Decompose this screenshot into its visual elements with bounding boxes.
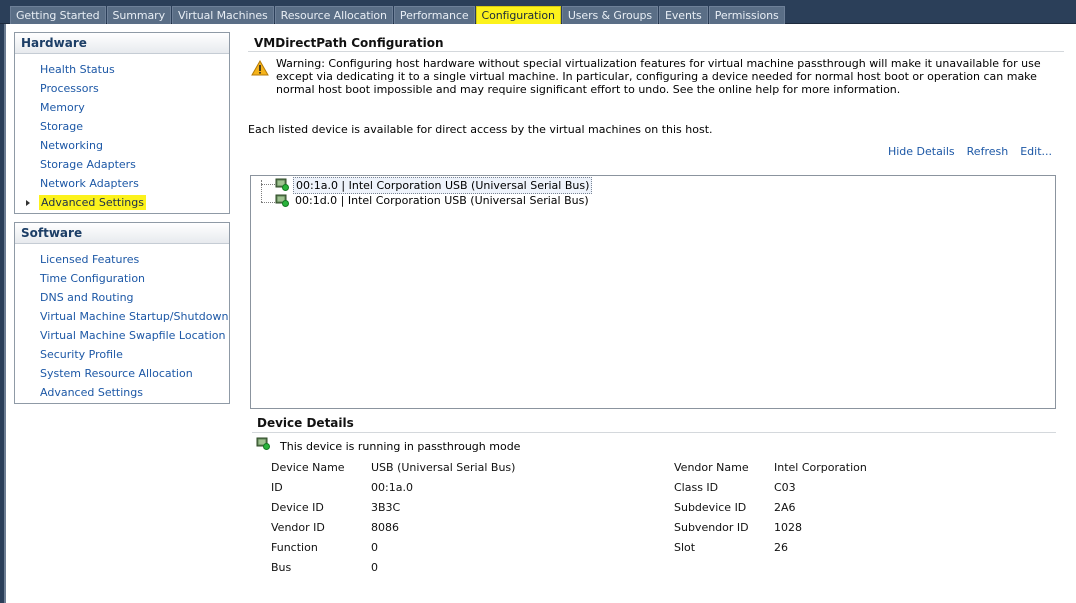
device-list[interactable]: 00:1a.0 | Intel Corporation USB (Univers… <box>250 175 1056 409</box>
tree-branch <box>261 184 275 185</box>
hide-details-link[interactable]: Hide Details <box>888 145 955 158</box>
detail-value: 8086 <box>371 521 399 534</box>
software-item-advanced-settings[interactable]: Advanced Settings <box>15 383 229 402</box>
selected-arrow-icon <box>26 200 30 206</box>
pci-device-icon <box>275 194 289 207</box>
software-panel: Software Licensed Features Time Configur… <box>14 222 230 404</box>
pci-device-icon <box>275 178 289 191</box>
hardware-item-networking[interactable]: Networking <box>15 136 229 155</box>
tab-configuration[interactable]: Configuration <box>475 6 561 24</box>
detail-key: Function <box>271 541 318 554</box>
tree-branch <box>261 202 275 203</box>
detail-value: 3B3C <box>371 501 401 514</box>
software-item-licensed-features[interactable]: Licensed Features <box>15 250 229 269</box>
software-item-dns-routing[interactable]: DNS and Routing <box>15 288 229 307</box>
detail-value: 26 <box>774 541 788 554</box>
tab-performance[interactable]: Performance <box>393 6 475 24</box>
detail-key: ID <box>271 481 283 494</box>
detail-key: Class ID <box>674 481 719 494</box>
hardware-item-processors[interactable]: Processors <box>15 79 229 98</box>
hardware-item-storage[interactable]: Storage <box>15 117 229 136</box>
hardware-item-health-status[interactable]: Health Status <box>15 60 229 79</box>
passthrough-status-text: This device is running in passthrough mo… <box>280 440 521 453</box>
software-item-time-configuration[interactable]: Time Configuration <box>15 269 229 288</box>
detail-key: Subvendor ID <box>674 521 749 534</box>
availability-text: Each listed device is available for dire… <box>248 123 713 136</box>
device-actions: Hide Details Refresh Edit... <box>876 145 1052 158</box>
tab-resource-allocation[interactable]: Resource Allocation <box>274 6 393 24</box>
device-label: 00:1d.0 | Intel Corporation USB (Univers… <box>295 194 589 207</box>
software-panel-title: Software <box>15 223 229 244</box>
hardware-item-network-adapters[interactable]: Network Adapters <box>15 174 229 193</box>
device-label: 00:1a.0 | Intel Corporation USB (Univers… <box>293 177 593 194</box>
detail-value: C03 <box>774 481 796 494</box>
tab-users-groups[interactable]: Users & Groups <box>561 6 659 24</box>
tab-summary[interactable]: Summary <box>106 6 172 24</box>
detail-key: Device ID <box>271 501 324 514</box>
software-item-vm-startup-shutdown[interactable]: Virtual Machine Startup/Shutdown <box>15 307 229 326</box>
software-item-security-profile[interactable]: Security Profile <box>15 345 229 364</box>
hardware-panel: Hardware Health Status Processors Memory… <box>14 32 230 214</box>
detail-key: Bus <box>271 561 292 574</box>
page-title: VMDirectPath Configuration <box>254 36 444 50</box>
detail-value: 1028 <box>774 521 802 534</box>
device-row[interactable]: 00:1a.0 | Intel Corporation USB (Univers… <box>251 177 1055 194</box>
detail-value: 0 <box>371 561 378 574</box>
top-tab-bar: Getting Started Summary Virtual Machines… <box>0 0 1076 24</box>
hardware-item-storage-adapters[interactable]: Storage Adapters <box>15 155 229 174</box>
detail-value: 2A6 <box>774 501 796 514</box>
hardware-list: Health Status Processors Memory Storage … <box>15 54 229 212</box>
heading-divider <box>248 51 1064 52</box>
detail-key: Slot <box>674 541 696 554</box>
hardware-panel-title: Hardware <box>15 33 229 54</box>
tab-getting-started[interactable]: Getting Started <box>10 6 106 24</box>
detail-value: 00:1a.0 <box>371 481 413 494</box>
hardware-item-advanced-settings-label: Advanced Settings <box>39 195 146 210</box>
software-item-vm-swapfile-location[interactable]: Virtual Machine Swapfile Location <box>15 326 229 345</box>
detail-value: Intel Corporation <box>774 461 867 474</box>
tab-strip: Getting Started Summary Virtual Machines… <box>10 6 786 24</box>
passthrough-status-icon <box>256 437 270 450</box>
detail-value: 0 <box>371 541 378 554</box>
device-details-divider <box>252 432 1056 433</box>
warning-message: Warning: Configuring host hardware witho… <box>276 57 1041 96</box>
warning-icon <box>251 60 269 76</box>
detail-key: Vendor ID <box>271 521 325 534</box>
hardware-item-memory[interactable]: Memory <box>15 98 229 117</box>
tab-virtual-machines[interactable]: Virtual Machines <box>172 6 274 24</box>
tab-permissions[interactable]: Permissions <box>708 6 785 24</box>
tab-events[interactable]: Events <box>659 6 708 24</box>
detail-key: Device Name <box>271 461 345 474</box>
refresh-link[interactable]: Refresh <box>967 145 1009 158</box>
detail-value: USB (Universal Serial Bus) <box>371 461 516 474</box>
edit-link[interactable]: Edit... <box>1020 145 1052 158</box>
left-frame-bevel <box>4 24 6 603</box>
detail-key: Subdevice ID <box>674 501 747 514</box>
device-row[interactable]: 00:1d.0 | Intel Corporation USB (Univers… <box>251 193 1055 209</box>
hardware-item-advanced-settings[interactable]: Advanced Settings <box>15 193 229 212</box>
software-list: Licensed Features Time Configuration DNS… <box>15 244 229 402</box>
detail-key: Vendor Name <box>674 461 749 474</box>
software-item-system-resource-allocation[interactable]: System Resource Allocation <box>15 364 229 383</box>
device-details-title: Device Details <box>257 416 354 430</box>
